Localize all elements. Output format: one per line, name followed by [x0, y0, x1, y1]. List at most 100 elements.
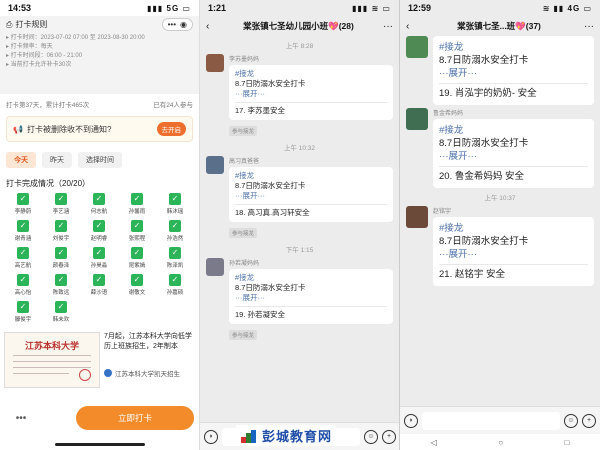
tab-pick-date[interactable]: 选择时间 — [78, 152, 122, 168]
date-tabs: 今天 昨天 选择时间 — [0, 146, 199, 172]
ad-image[interactable]: 江苏本科大学 — [4, 332, 100, 388]
rule-line: ▸ 打卡频率：每天 — [6, 44, 53, 50]
checkmark-icon: ✓ — [17, 220, 29, 232]
back-icon[interactable]: ‹ — [406, 21, 418, 32]
member-cell: ✓ 刘俊宇 — [46, 220, 76, 242]
message-bubble[interactable]: #接龙 8.7日防溺水安全打卡 ···展开··· 21. 赵铭宇 安全 — [433, 217, 594, 286]
member-name: 谢青涵 — [14, 236, 32, 242]
message-input[interactable] — [422, 411, 560, 430]
status-icons: ≋ ▮▮ 4G ▭ — [542, 3, 592, 13]
checkmark-icon: ✓ — [169, 247, 181, 259]
expand-link[interactable]: ···展开··· — [235, 191, 387, 201]
avatar[interactable] — [406, 36, 428, 58]
message-bubble[interactable]: #接龙 8.7日防溺水安全打卡 ···展开··· 18. 高习真.高习轩安全 — [229, 167, 393, 222]
member-cell: ✓ 陈致远 — [46, 274, 76, 296]
message-bubble[interactable]: #接龙 8.7日防溺水安全打卡 ···展开··· 17. 李苏墨安全 — [229, 65, 393, 120]
member-name: 韩未欢 — [52, 317, 70, 323]
tab-today[interactable]: 今天 — [6, 152, 36, 168]
more-icon[interactable]: ··· — [379, 21, 393, 32]
message-list: 上午 8:28 李苏墨妈妈 #接龙 8.7日防溺水安全打卡 ···展开··· 17. 李苏… — [200, 40, 399, 342]
member-cell: ✓ 孙嘉硕 — [160, 274, 190, 296]
solitaire-tag: #接龙 — [439, 223, 464, 234]
mini-program-capsule[interactable]: ••• ◉ — [161, 18, 193, 31]
avatar[interactable] — [206, 156, 224, 174]
stats-participants: 已有24人参与 — [153, 102, 193, 109]
voice-icon[interactable]: ◗ — [204, 429, 218, 444]
checkmark-icon: ✓ — [131, 274, 143, 286]
join-solitaire-chip[interactable]: 参与接龙 — [229, 228, 258, 238]
expand-link[interactable]: ···展开··· — [439, 248, 588, 261]
rule-line: ▸ 当前打卡允许补卡30次 — [6, 62, 72, 68]
checkin-now-button[interactable]: 立即打卡 — [76, 406, 194, 430]
member-name: 薛沙语 — [90, 290, 108, 296]
rule-line: ▸ 打卡时间：2023-07-02 07:00 至 2023-08-30 20:… — [6, 35, 145, 41]
chat-title: 棠张镇七圣...班💖(37) — [457, 21, 541, 31]
avatar[interactable] — [206, 258, 224, 276]
solitaire-title: 8.7日防溺水安全打卡 — [439, 236, 529, 247]
plus-icon[interactable]: + — [382, 429, 396, 444]
checkmark-icon: ✓ — [17, 274, 29, 286]
timestamp: 上午 8:28 — [285, 43, 314, 50]
tab-yesterday[interactable]: 昨天 — [42, 152, 72, 168]
checkmark-icon: ✓ — [169, 274, 181, 286]
ad-source: 江苏本科大学凯天招生 — [115, 371, 180, 378]
checkmark-icon: ✓ — [93, 274, 105, 286]
member-name: 滕俊宇 — [14, 317, 32, 323]
voice-icon[interactable]: ◗ — [404, 413, 418, 428]
solitaire-title: 8.7日防溺水安全打卡 — [235, 79, 306, 88]
member-cell: ✓ 高艺航 — [8, 247, 38, 269]
message-bubble[interactable]: #接龙 8.7日防溺水安全打卡 ···展开··· 20. 鲁金希妈妈 安全 — [433, 119, 594, 188]
checkmark-icon: ✓ — [55, 274, 67, 286]
avatar[interactable] — [406, 206, 428, 228]
status-bar: 12:59 ≋ ▮▮ 4G ▭ — [400, 0, 600, 16]
more-icon[interactable]: ••• — [168, 20, 176, 29]
expand-link[interactable]: ···展开··· — [439, 150, 588, 163]
expand-link[interactable]: ···展开··· — [235, 89, 387, 99]
member-name: 韩沐瑶 — [166, 209, 184, 215]
emoji-icon[interactable]: ☺ — [364, 429, 378, 444]
member-cell: ✓ 昆紫嫣 — [122, 247, 152, 269]
expand-link[interactable]: ···展开··· — [235, 293, 387, 303]
member-cell: ✓ 李艺涵 — [46, 193, 76, 215]
enable-notify-button[interactable]: 去开启 — [156, 122, 186, 136]
solitaire-tag: #接龙 — [235, 273, 255, 282]
back-icon[interactable]: ‹ — [206, 21, 218, 32]
member-name: 赵明睿 — [90, 236, 108, 242]
member-name: 刘俊宇 — [52, 236, 70, 242]
bottom-bar: ••• 立即打卡 — [0, 402, 199, 434]
solitaire-entry: 20. 鲁金希妈妈 安全 — [439, 171, 524, 182]
member-cell: ✓ 张熙程 — [122, 220, 152, 242]
expand-link[interactable]: ···展开··· — [439, 67, 588, 80]
emoji-icon[interactable]: ☺ — [564, 413, 578, 428]
member-cell: ✓ 高心怡 — [8, 274, 38, 296]
message-bubble[interactable]: #接龙 8.7日防溺水安全打卡 ···展开··· 19. 孙若凝安全 — [229, 269, 393, 324]
member-cell: ✓ 孙浩然 — [160, 220, 190, 242]
more-options-button[interactable]: ••• — [6, 413, 36, 424]
plus-icon[interactable]: + — [582, 413, 596, 428]
join-solitaire-chip[interactable]: 参与接龙 — [229, 126, 258, 136]
close-circle-icon[interactable]: ◉ — [180, 20, 187, 29]
nav-back-icon[interactable]: ◁ — [431, 438, 437, 447]
more-icon[interactable]: ··· — [580, 21, 594, 32]
sender-name: 高习真爸爸 — [229, 159, 260, 165]
avatar[interactable] — [406, 108, 428, 130]
status-bar: 1:21 ▮▮▮ ≋ ▭ — [200, 0, 399, 16]
nav-recent-icon[interactable]: □ — [564, 438, 569, 447]
member-name: 高艺航 — [14, 263, 32, 269]
member-name: 何志航 — [90, 209, 108, 215]
avatar[interactable] — [206, 54, 224, 72]
solitaire-title: 8.7日防溺水安全打卡 — [439, 138, 529, 149]
nav-home-icon[interactable]: ○ — [498, 438, 503, 447]
checkmark-icon: ✓ — [93, 193, 105, 205]
ad-card[interactable]: 江苏本科大学 7月起，江苏本科大学向低学历上班族招生，2年制本 江苏本科大学凯天… — [0, 330, 199, 390]
solitaire-tag: #接龙 — [235, 171, 255, 180]
solitaire-title: 8.7日防溺水安全打卡 — [235, 283, 306, 292]
member-name: 高心怡 — [14, 290, 32, 296]
message-bubble[interactable]: #接龙 8.7日防溺水安全打卡 ···展开··· 19. 肖泓宇的奶奶- 安全 — [433, 36, 594, 105]
solitaire-title: 8.7日防溺水安全打卡 — [235, 181, 306, 190]
join-solitaire-chip[interactable]: 参与接龙 — [229, 330, 258, 340]
chat-message: 孙若凝妈妈 #接龙 8.7日防溺水安全打卡 ···展开··· 19. 孙若凝安全 参与接龙 — [200, 258, 399, 342]
ad-text[interactable]: 7月起，江苏本科大学向低学历上班族招生，2年制本 — [104, 332, 196, 352]
checkmark-icon: ✓ — [55, 193, 67, 205]
checkmark-icon: ✓ — [17, 247, 29, 259]
